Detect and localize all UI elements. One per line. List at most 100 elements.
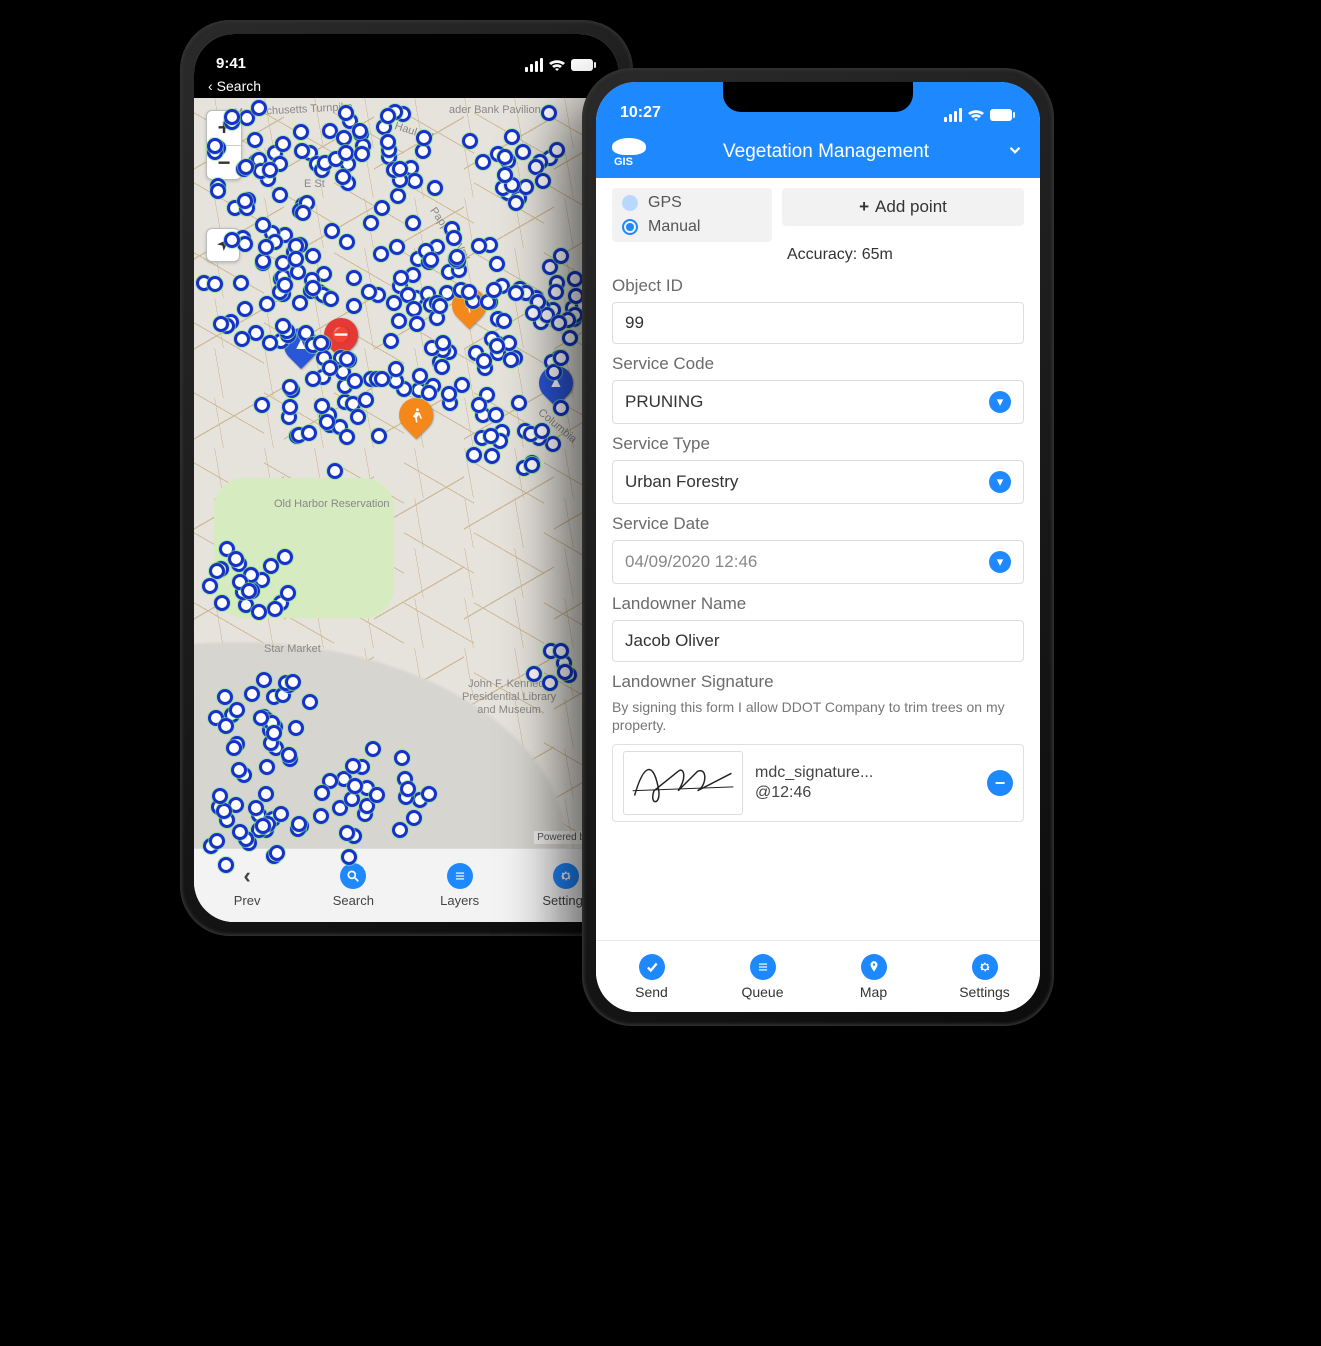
data-point[interactable] xyxy=(255,818,271,834)
data-point[interactable] xyxy=(553,248,569,264)
data-point[interactable] xyxy=(229,702,245,718)
data-point[interactable] xyxy=(338,145,354,161)
data-point[interactable] xyxy=(233,275,249,291)
data-point[interactable] xyxy=(421,385,437,401)
data-point[interactable] xyxy=(553,350,569,366)
data-point[interactable] xyxy=(489,338,505,354)
back-button[interactable]: ‹ Search xyxy=(194,74,619,98)
data-point[interactable] xyxy=(313,808,329,824)
data-point[interactable] xyxy=(314,785,330,801)
data-point[interactable] xyxy=(545,436,561,452)
data-point[interactable] xyxy=(511,395,527,411)
data-point[interactable] xyxy=(207,276,223,292)
data-point[interactable] xyxy=(358,392,374,408)
data-point[interactable] xyxy=(471,238,487,254)
data-point[interactable] xyxy=(213,316,229,332)
data-point[interactable] xyxy=(295,205,311,221)
data-point[interactable] xyxy=(488,407,504,423)
data-point[interactable] xyxy=(322,123,338,139)
data-point[interactable] xyxy=(253,710,269,726)
data-point[interactable] xyxy=(247,132,263,148)
data-point[interactable] xyxy=(373,246,389,262)
data-point[interactable] xyxy=(237,193,253,209)
data-point[interactable] xyxy=(234,331,250,347)
data-point[interactable] xyxy=(288,720,304,736)
data-point[interactable] xyxy=(434,359,450,375)
data-point[interactable] xyxy=(224,232,240,248)
data-point[interactable] xyxy=(354,146,370,162)
data-point[interactable] xyxy=(483,428,499,444)
data-point[interactable] xyxy=(471,397,487,413)
tab-send[interactable]: Send xyxy=(596,941,707,1012)
add-point-button[interactable]: + Add point xyxy=(782,188,1024,226)
data-point[interactable] xyxy=(262,162,278,178)
data-point[interactable] xyxy=(238,159,254,175)
data-point[interactable] xyxy=(390,188,406,204)
data-point[interactable] xyxy=(350,409,366,425)
data-point[interactable] xyxy=(226,740,242,756)
data-point[interactable] xyxy=(394,750,410,766)
data-point[interactable] xyxy=(380,134,396,150)
remove-signature-button[interactable]: − xyxy=(987,770,1013,796)
data-point[interactable] xyxy=(339,351,355,367)
data-point[interactable] xyxy=(421,786,437,802)
data-point[interactable] xyxy=(269,845,285,861)
data-point[interactable] xyxy=(339,234,355,250)
data-point[interactable] xyxy=(305,371,321,387)
data-point[interactable] xyxy=(412,368,428,384)
data-point[interactable] xyxy=(496,313,512,329)
select-service-code[interactable]: PRUNING ▾ xyxy=(612,380,1024,424)
data-point[interactable] xyxy=(416,130,432,146)
data-point[interactable] xyxy=(383,333,399,349)
data-point[interactable] xyxy=(218,857,234,873)
data-point[interactable] xyxy=(336,130,352,146)
data-point[interactable] xyxy=(432,298,448,314)
header-dropdown[interactable] xyxy=(1006,141,1024,164)
data-point[interactable] xyxy=(567,271,583,287)
data-point[interactable] xyxy=(400,781,416,797)
data-point[interactable] xyxy=(542,675,558,691)
data-point[interactable] xyxy=(427,180,443,196)
data-point[interactable] xyxy=(374,200,390,216)
data-point[interactable] xyxy=(323,291,339,307)
data-point[interactable] xyxy=(541,105,557,121)
data-point[interactable] xyxy=(497,149,513,165)
data-point[interactable] xyxy=(346,270,362,286)
data-point[interactable] xyxy=(546,364,562,380)
data-point[interactable] xyxy=(305,280,321,296)
data-point[interactable] xyxy=(389,239,405,255)
data-point[interactable] xyxy=(365,741,381,757)
select-service-type[interactable]: Urban Forestry ▾ xyxy=(612,460,1024,504)
data-point[interactable] xyxy=(405,215,421,231)
data-point[interactable] xyxy=(406,301,422,317)
data-point[interactable] xyxy=(551,315,567,331)
data-point[interactable] xyxy=(386,295,402,311)
data-point[interactable] xyxy=(209,833,225,849)
data-point[interactable] xyxy=(548,284,564,300)
data-point[interactable] xyxy=(217,689,233,705)
data-point[interactable] xyxy=(228,551,244,567)
select-service-date[interactable]: 04/09/2020 12:46 ▾ xyxy=(612,540,1024,584)
data-point[interactable] xyxy=(335,169,351,185)
data-point[interactable] xyxy=(486,282,502,298)
data-point[interactable] xyxy=(288,251,304,267)
data-point[interactable] xyxy=(363,215,379,231)
data-point[interactable] xyxy=(534,423,550,439)
data-point[interactable] xyxy=(277,277,293,293)
data-point[interactable] xyxy=(553,400,569,416)
data-point[interactable] xyxy=(391,313,407,329)
mode-gps[interactable]: GPS xyxy=(622,194,762,212)
data-point[interactable] xyxy=(322,360,338,376)
data-point[interactable] xyxy=(319,414,335,430)
data-point[interactable] xyxy=(262,335,278,351)
data-point[interactable] xyxy=(294,143,310,159)
data-point[interactable] xyxy=(280,585,296,601)
data-point[interactable] xyxy=(489,256,505,272)
form-body[interactable]: GPS Manual + Add point Accuracy: 65m Obj… xyxy=(596,178,1040,940)
data-point[interactable] xyxy=(361,284,377,300)
data-point[interactable] xyxy=(224,109,240,125)
data-point[interactable] xyxy=(535,173,551,189)
data-point[interactable] xyxy=(292,295,308,311)
tab-map[interactable]: Map xyxy=(818,941,929,1012)
data-point[interactable] xyxy=(475,154,491,170)
